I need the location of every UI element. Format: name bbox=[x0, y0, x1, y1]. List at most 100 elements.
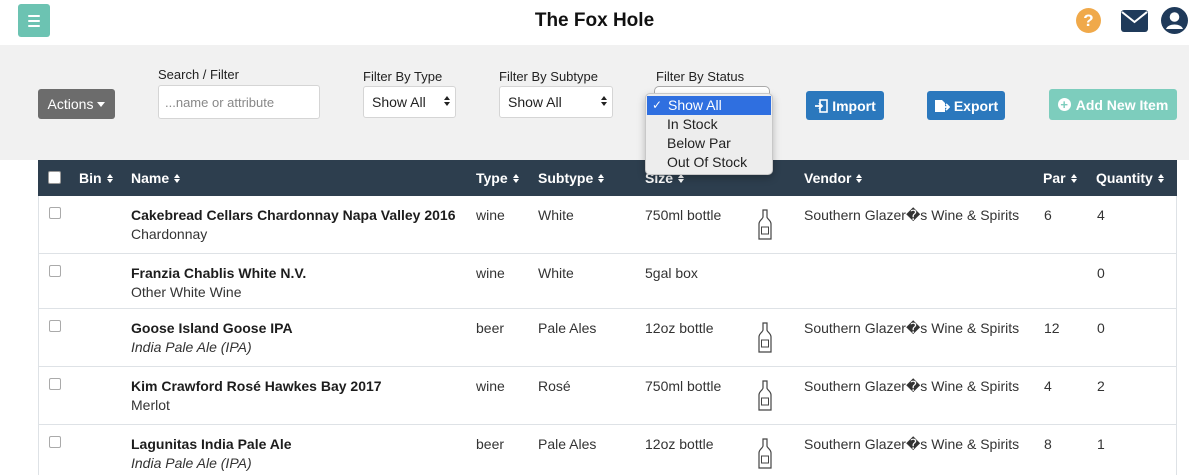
table-row[interactable]: Kim Crawford Rosé Hawkes Bay 2017 Merlot… bbox=[39, 367, 1176, 425]
search-label: Search / Filter bbox=[158, 67, 239, 82]
table-row[interactable]: Lagunitas India Pale Ale India Pale Ale … bbox=[39, 425, 1176, 475]
caret-down-icon bbox=[97, 101, 106, 107]
import-button[interactable]: Import bbox=[806, 91, 884, 120]
item-type: beer bbox=[476, 436, 505, 452]
item-par: 6 bbox=[1044, 207, 1052, 223]
item-name[interactable]: Lagunitas India Pale Ale bbox=[131, 436, 292, 452]
item-type: beer bbox=[476, 320, 505, 336]
table-row[interactable]: Goose Island Goose IPA India Pale Ale (I… bbox=[39, 309, 1176, 367]
option-label: Out Of Stock bbox=[667, 154, 748, 170]
column-label: Name bbox=[131, 170, 170, 186]
item-size: 12oz bottle bbox=[645, 320, 714, 336]
select-all-checkbox[interactable] bbox=[48, 171, 61, 184]
top-bar: The Fox Hole ? bbox=[0, 0, 1189, 45]
add-new-item-button[interactable]: + Add New Item bbox=[1049, 89, 1177, 120]
item-subtype: Pale Ales bbox=[538, 320, 597, 336]
export-button[interactable]: Export bbox=[927, 91, 1005, 120]
item-quantity: 0 bbox=[1097, 265, 1105, 281]
status-option-below-par[interactable]: Below Par bbox=[646, 134, 772, 153]
item-variety: Chardonnay bbox=[131, 226, 208, 242]
table-row[interactable]: Cakebread Cellars Chardonnay Napa Valley… bbox=[39, 196, 1176, 254]
item-variety: India Pale Ale (IPA) bbox=[131, 455, 252, 471]
item-type: wine bbox=[476, 378, 505, 394]
item-par: 12 bbox=[1044, 320, 1060, 336]
user-circle-icon[interactable] bbox=[1161, 7, 1188, 34]
column-label: Bin bbox=[79, 170, 102, 186]
app-title: The Fox Hole bbox=[534, 10, 655, 31]
column-header-subtype[interactable]: Subtype bbox=[538, 170, 605, 186]
subtype-filter-select[interactable]: Show All bbox=[499, 86, 613, 118]
bottle-icon bbox=[758, 380, 772, 411]
column-header-par[interactable]: Par bbox=[1043, 170, 1077, 186]
column-header-vendor[interactable]: Vendor bbox=[804, 170, 863, 186]
import-label: Import bbox=[832, 97, 876, 114]
bottle-icon bbox=[758, 209, 772, 240]
column-header-name[interactable]: Name bbox=[131, 170, 181, 186]
column-label: Type bbox=[476, 170, 508, 186]
status-option-in-stock[interactable]: In Stock bbox=[646, 115, 772, 134]
row-checkbox[interactable] bbox=[49, 320, 61, 332]
item-par: 8 bbox=[1044, 436, 1052, 452]
inventory-table-body: Cakebread Cellars Chardonnay Napa Valley… bbox=[38, 196, 1177, 475]
type-filter-label: Filter By Type bbox=[363, 69, 443, 84]
sort-icon bbox=[598, 173, 605, 183]
item-size: 750ml bottle bbox=[645, 207, 722, 223]
help-icon[interactable]: ? bbox=[1076, 8, 1101, 33]
option-label: In Stock bbox=[667, 116, 718, 132]
item-name[interactable]: Goose Island Goose IPA bbox=[131, 320, 293, 336]
select-arrows-icon bbox=[444, 96, 450, 106]
table-row[interactable]: Franzia Chablis White N.V. Other White W… bbox=[39, 254, 1176, 309]
type-filter-select[interactable]: Show All bbox=[363, 86, 456, 118]
search-input[interactable] bbox=[158, 85, 320, 119]
item-subtype: Rosé bbox=[538, 378, 571, 394]
item-variety: Other White Wine bbox=[131, 284, 242, 300]
envelope-icon[interactable] bbox=[1121, 10, 1148, 32]
row-checkbox[interactable] bbox=[49, 378, 61, 390]
export-label: Export bbox=[953, 97, 999, 114]
item-type: wine bbox=[476, 265, 505, 281]
item-variety: Merlot bbox=[131, 397, 170, 413]
column-header-quantity[interactable]: Quantity bbox=[1096, 170, 1164, 186]
item-name[interactable]: Kim Crawford Rosé Hawkes Bay 2017 bbox=[131, 378, 382, 394]
status-option-out-of-stock[interactable]: Out Of Stock bbox=[646, 153, 772, 172]
item-quantity: 0 bbox=[1097, 320, 1105, 336]
table-header: Bin Name Type Subtype Size Vendor Par Qu… bbox=[38, 160, 1177, 196]
bottle-icon bbox=[758, 322, 772, 353]
actions-button[interactable]: Actions bbox=[38, 89, 115, 119]
status-option-show-all[interactable]: ✓ Show All bbox=[647, 96, 771, 115]
item-variety: India Pale Ale (IPA) bbox=[131, 339, 252, 355]
item-name[interactable]: Cakebread Cellars Chardonnay Napa Valley… bbox=[131, 207, 456, 223]
status-filter-dropdown: ✓ Show All In Stock Below Par Out Of Stoc… bbox=[645, 93, 773, 175]
item-size: 750ml bottle bbox=[645, 378, 722, 394]
column-label: Subtype bbox=[538, 170, 594, 186]
column-header-type[interactable]: Type bbox=[476, 170, 519, 186]
type-filter-value: Show All bbox=[372, 94, 426, 110]
status-filter-label: Filter By Status bbox=[656, 69, 745, 84]
item-subtype: White bbox=[538, 265, 574, 281]
item-par: 4 bbox=[1044, 378, 1052, 394]
column-header-bin[interactable]: Bin bbox=[79, 170, 113, 186]
sort-icon bbox=[174, 173, 181, 183]
item-vendor: Southern Glazer�s Wine & Spirits bbox=[804, 207, 1020, 223]
row-checkbox[interactable] bbox=[49, 207, 61, 219]
row-checkbox[interactable] bbox=[49, 436, 61, 448]
subtype-filter-value: Show All bbox=[508, 94, 562, 110]
sort-icon bbox=[1070, 173, 1077, 183]
item-size: 12oz bottle bbox=[645, 436, 714, 452]
item-size: 5gal box bbox=[645, 265, 698, 281]
option-label: Show All bbox=[668, 97, 722, 113]
sort-icon bbox=[512, 173, 519, 183]
actions-label: Actions bbox=[47, 96, 94, 112]
item-quantity: 2 bbox=[1097, 378, 1105, 394]
item-subtype: White bbox=[538, 207, 574, 223]
file-export-icon bbox=[934, 99, 950, 112]
select-arrows-icon bbox=[601, 96, 607, 106]
sort-icon bbox=[106, 173, 113, 183]
column-label: Vendor bbox=[804, 170, 852, 186]
row-checkbox[interactable] bbox=[49, 265, 61, 277]
subtype-filter-label: Filter By Subtype bbox=[499, 69, 598, 84]
add-new-item-label: Add New Item bbox=[1075, 96, 1169, 113]
checkmark-icon: ✓ bbox=[652, 98, 663, 112]
item-vendor: Southern Glazer�s Wine & Spirits bbox=[804, 320, 1020, 336]
item-name[interactable]: Franzia Chablis White N.V. bbox=[131, 265, 306, 281]
